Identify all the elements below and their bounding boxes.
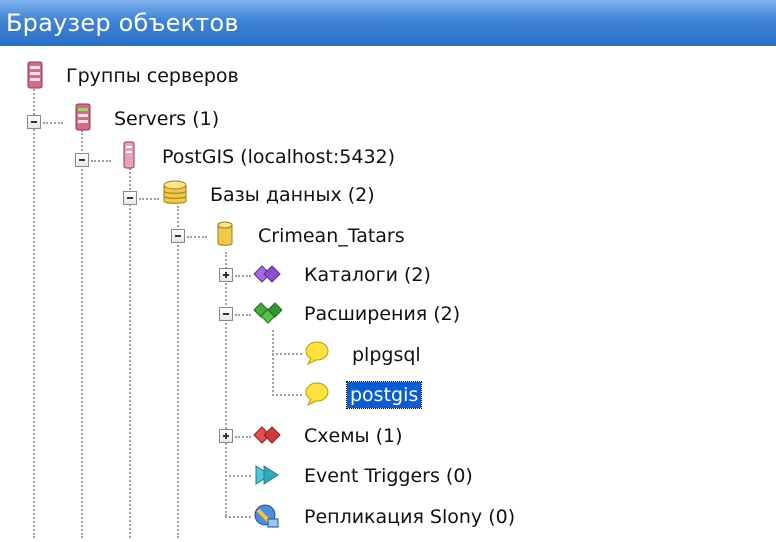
tree-item-database[interactable]: Crimean_Tatars bbox=[258, 223, 405, 249]
collapse-toggle[interactable] bbox=[219, 307, 233, 321]
expand-toggle[interactable] bbox=[219, 268, 233, 282]
tree-line bbox=[235, 275, 251, 277]
tree-item-catalogs[interactable]: Каталоги (2) bbox=[304, 262, 431, 288]
tree-line bbox=[177, 206, 179, 538]
tree-line bbox=[225, 475, 251, 477]
extension-item-icon bbox=[302, 379, 332, 409]
tree-item-plpgsql[interactable]: plpgsql bbox=[352, 342, 421, 368]
tree-line bbox=[225, 516, 251, 518]
collapse-toggle[interactable] bbox=[27, 115, 41, 129]
tree-item-databases[interactable]: Базы данных (2) bbox=[210, 182, 375, 208]
collapse-toggle[interactable] bbox=[75, 153, 89, 167]
tree-item-event-triggers[interactable]: Event Triggers (0) bbox=[304, 463, 473, 489]
tree-item-extensions[interactable]: Расширения (2) bbox=[304, 301, 460, 327]
tree-line bbox=[43, 122, 63, 124]
event-triggers-icon bbox=[252, 460, 282, 490]
extensions-icon bbox=[252, 298, 282, 328]
collapse-toggle[interactable] bbox=[171, 229, 185, 243]
schemas-icon bbox=[252, 420, 282, 450]
tree-line bbox=[139, 198, 159, 200]
tree-line bbox=[33, 78, 35, 538]
collapse-toggle[interactable] bbox=[123, 191, 137, 205]
extension-item-icon bbox=[302, 338, 332, 368]
tree-line bbox=[235, 314, 251, 316]
tree-item-postgis[interactable]: postgis bbox=[345, 381, 423, 409]
databases-icon bbox=[160, 178, 190, 208]
tree-line bbox=[91, 160, 111, 162]
tree-item-server-groups[interactable]: Группы серверов bbox=[66, 63, 239, 89]
tree-line bbox=[81, 130, 83, 538]
server-icon bbox=[114, 140, 144, 170]
tree-item-servers[interactable]: Servers (1) bbox=[114, 106, 219, 132]
slony-replication-icon bbox=[252, 501, 282, 531]
tree-item-server[interactable]: PostGIS (localhost:5432) bbox=[162, 144, 395, 170]
servers-icon bbox=[68, 102, 98, 132]
tree-item-schemas[interactable]: Схемы (1) bbox=[304, 423, 403, 449]
tree-line bbox=[272, 330, 274, 396]
database-icon bbox=[210, 219, 240, 249]
object-tree: Группы серверов Servers (1) PostGIS (loc… bbox=[0, 46, 776, 542]
catalogs-icon bbox=[252, 259, 282, 289]
tree-line bbox=[187, 236, 207, 238]
tree-line bbox=[272, 394, 302, 396]
tree-line bbox=[272, 353, 302, 355]
tree-line bbox=[129, 168, 131, 538]
server-group-icon bbox=[20, 60, 50, 90]
expand-toggle[interactable] bbox=[219, 429, 233, 443]
tree-item-slony-replication[interactable]: Репликация Slony (0) bbox=[304, 504, 515, 530]
object-browser-title: Браузер объектов bbox=[0, 0, 776, 46]
tree-line bbox=[235, 436, 251, 438]
